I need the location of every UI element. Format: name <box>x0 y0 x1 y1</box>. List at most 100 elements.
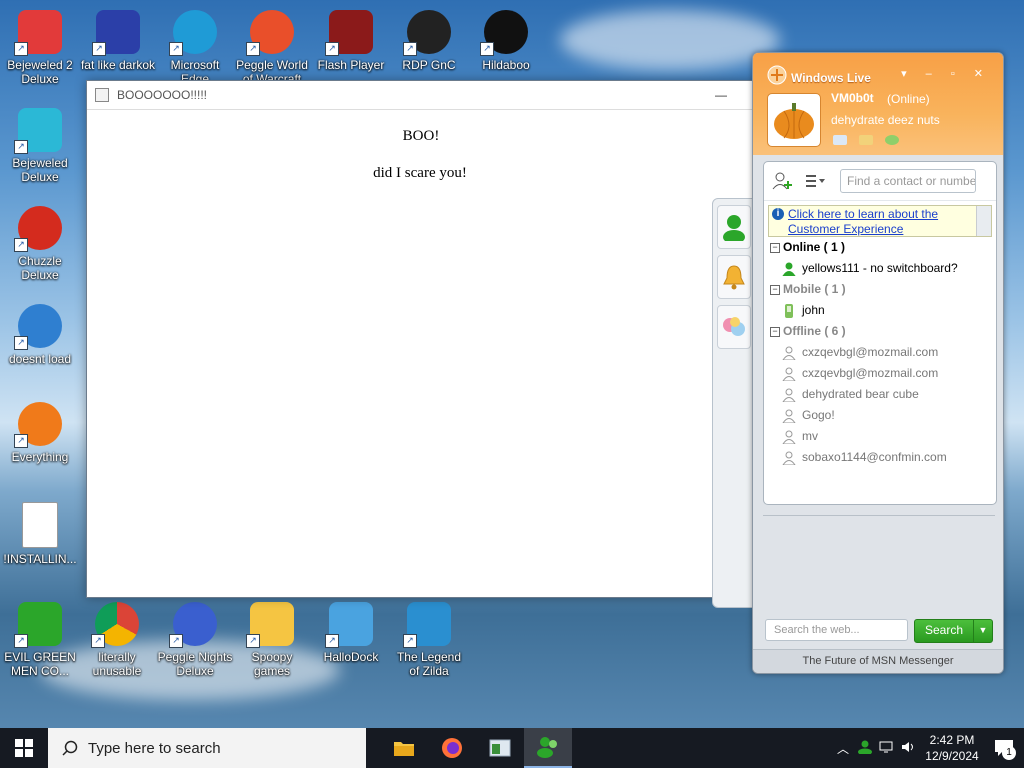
collapse-icon[interactable]: − <box>770 326 780 337</box>
contact-item[interactable]: cxzqevbgl@mozmail.com <box>764 342 996 363</box>
collapse-icon[interactable]: − <box>770 284 780 295</box>
customer-experience-link[interactable]: Click here to learn about the Customer E… <box>788 207 973 237</box>
online-status-icon <box>782 262 796 276</box>
search-button[interactable]: Search <box>914 619 974 643</box>
desktop-icon[interactable]: ↗ fat like darkok <box>80 10 156 72</box>
add-contact-button[interactable] <box>772 171 794 191</box>
desktop-icon[interactable]: ↗ HalloDock <box>313 602 389 664</box>
chrome-icon: ↗ <box>91 602 139 648</box>
flash-icon: ↗ <box>325 10 373 56</box>
desktop-icon[interactable]: ↗ Everything <box>2 402 78 464</box>
find-contact-input[interactable]: Find a contact or number... <box>840 169 976 193</box>
banner-scrollbar[interactable] <box>976 206 991 236</box>
taskbar-app[interactable] <box>476 728 524 768</box>
contacts-tab[interactable] <box>717 205 751 249</box>
minimize-button[interactable]: — <box>715 88 727 102</box>
window-controls[interactable]: ▾ – ▫ ✕ <box>901 67 991 80</box>
system-tray: ︿ 2:42 PM 12/9/2024 1 <box>832 728 1024 768</box>
contact-toolbar: Find a contact or number... <box>764 162 996 201</box>
thunderbird-icon: ↗ <box>14 304 62 350</box>
shortcut-arrow-icon: ↗ <box>246 634 260 648</box>
shortcut-arrow-icon: ↗ <box>14 634 28 648</box>
desktop-icon[interactable]: ↗ Microsoft Edge <box>157 10 233 86</box>
desktop-icon[interactable]: ↗ doesnt load <box>2 304 78 366</box>
offline-status-icon <box>782 430 796 444</box>
desktop-icon[interactable]: ↗ EVIL GREEN MEN CO... <box>2 602 78 678</box>
shortcut-arrow-icon: ↗ <box>246 42 260 56</box>
contact-item[interactable]: sobaxo1144@confmin.com <box>764 447 996 468</box>
everything-icon: ↗ <box>14 402 62 448</box>
group-name: Mobile ( 1 ) <box>783 282 846 296</box>
display-name[interactable]: VM0b0t <box>831 91 874 105</box>
cloud-decoration <box>560 10 780 70</box>
desktop-icon[interactable]: ↗ Chuzzle Deluxe <box>2 206 78 282</box>
search-dropdown-button[interactable]: ▼ <box>973 619 993 643</box>
alerts-tab[interactable] <box>717 255 751 299</box>
desktop-icon[interactable]: ↗ Peggle Nights Deluxe <box>157 602 233 678</box>
desktop-icon[interactable]: ↗ Peggle World of Warcraft <box>234 10 310 86</box>
desktop-icon[interactable]: ↗ literally unusable <box>79 602 155 678</box>
contact-item[interactable]: cxzqevbgl@mozmail.com <box>764 363 996 384</box>
taskbar-search[interactable]: Type here to search <box>48 728 366 768</box>
desktop-icon-label: Bejeweled 2 Deluxe <box>7 58 73 86</box>
firefox-icon <box>442 738 462 758</box>
start-button[interactable] <box>0 728 48 768</box>
notification-button[interactable]: 1 <box>984 728 1024 768</box>
document-icon <box>22 502 58 548</box>
contact-item[interactable]: Gogo! <box>764 405 996 426</box>
shortcut-arrow-icon: ↗ <box>169 42 183 56</box>
list-options-button[interactable] <box>804 171 826 191</box>
shortcut-arrow-icon: ↗ <box>325 42 339 56</box>
collapse-icon[interactable]: − <box>770 242 780 253</box>
volume-icon[interactable] <box>898 740 920 757</box>
contact-group-header[interactable]: − Offline ( 6 ) <box>764 321 996 342</box>
contact-name: mv <box>802 429 818 443</box>
contact-item[interactable]: dehydrated bear cube <box>764 384 996 405</box>
desktop-icon[interactable]: ↗ The Legend of Zilda <box>391 602 467 678</box>
windows-logo-icon <box>15 739 33 757</box>
contacts-tab-icon <box>723 215 745 241</box>
personal-message[interactable]: dehydrate deez nuts <box>831 113 940 127</box>
desktop-icon[interactable]: ↗ Flash Player <box>313 10 389 72</box>
page-heading: BOO! <box>402 128 440 144</box>
contact-group-header[interactable]: − Mobile ( 1 ) <box>764 279 996 300</box>
avatar[interactable] <box>767 93 821 147</box>
msn-messenger-window[interactable]: Windows Live ▾ – ▫ ✕ VM0b0t (Online) deh… <box>752 52 1004 674</box>
list-options-icon <box>806 175 825 187</box>
contact-item[interactable]: yellows111 - no switchboard? <box>764 258 996 279</box>
browser-window[interactable]: BOOOOOOO!!!!! — BOO! did I scare you! <box>86 80 756 598</box>
games-tab[interactable] <box>717 305 751 349</box>
desktop-icon[interactable]: !INSTALLIN... <box>2 502 78 566</box>
window-titlebar[interactable]: BOOOOOOO!!!!! — <box>87 81 755 110</box>
clock[interactable]: 2:42 PM 12/9/2024 <box>920 732 984 764</box>
contact-group-header[interactable]: − Online ( 1 ) <box>764 237 996 258</box>
taskbar-file-explorer[interactable] <box>380 728 428 768</box>
web-icon[interactable] <box>885 135 899 145</box>
spaces-icon[interactable] <box>859 135 873 145</box>
tray-msn-icon[interactable] <box>854 740 876 757</box>
taskbar-search-placeholder: Type here to search <box>88 739 221 757</box>
taskbar-firefox[interactable] <box>428 728 476 768</box>
contact-name: cxzqevbgl@mozmail.com <box>802 345 939 359</box>
contact-name: sobaxo1144@confmin.com <box>802 450 947 464</box>
chevron-up-icon[interactable]: ︿ <box>832 740 854 757</box>
group-name: Online ( 1 ) <box>783 240 846 254</box>
desktop-icon[interactable]: ↗ Bejeweled 2 Deluxe <box>2 10 78 86</box>
web-search-input[interactable]: Search the web... <box>765 619 908 641</box>
contact-item[interactable]: john <box>764 300 996 321</box>
desktop-icon[interactable]: ↗ Spoopy games <box>234 602 310 678</box>
contact-groups: − Online ( 1 ) yellows111 - no switchboard… <box>764 237 996 468</box>
desktop-icon[interactable]: ↗ RDP GnC <box>391 10 467 72</box>
shortcut-arrow-icon: ↗ <box>169 634 183 648</box>
taskbar-msn[interactable] <box>524 728 572 768</box>
network-icon[interactable] <box>876 740 898 757</box>
desktop-icon[interactable]: ↗ Hildaboo <box>468 10 544 72</box>
desktop-icon[interactable]: ↗ Bejeweled Deluxe <box>2 108 78 184</box>
desktop-icon-label: Bejeweled Deluxe <box>12 156 68 184</box>
games-tab-icon <box>723 317 745 336</box>
desktop-icon-label: Flash Player <box>317 58 385 72</box>
contact-item[interactable]: mv <box>764 426 996 447</box>
mail-icon[interactable] <box>833 135 847 145</box>
contact-name: dehydrated bear cube <box>802 387 919 401</box>
status-text[interactable]: (Online) <box>887 92 930 106</box>
